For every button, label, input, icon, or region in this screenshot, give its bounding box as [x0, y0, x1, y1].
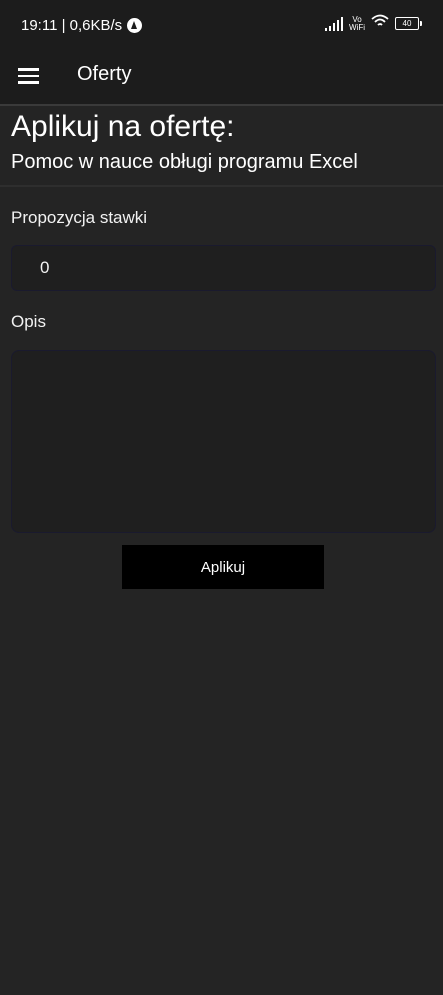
hamburger-menu-icon[interactable]: [18, 66, 40, 86]
vowifi-icon: Vo WiFi: [349, 14, 365, 32]
description-textarea[interactable]: [11, 350, 436, 533]
description-label: Opis: [11, 312, 46, 331]
rate-label: Propozycja stawki: [11, 208, 148, 227]
status-bar: 19:11 | 0,6KB/s Vo WiFi 40: [0, 0, 443, 52]
wifi-icon: [371, 14, 389, 33]
apply-button[interactable]: Aplikuj: [122, 545, 324, 589]
time-speed: 19:11 | 0,6KB/s: [21, 17, 123, 34]
app-title: Oferty: [77, 63, 132, 85]
app-bar: Oferty: [0, 52, 443, 106]
divider: [0, 185, 443, 187]
status-icons: Vo WiFi 40: [325, 14, 422, 33]
offer-title: Pomoc w nauce obługi programu Excel: [11, 151, 358, 173]
rate-input[interactable]: [11, 245, 436, 291]
page-heading: Aplikuj na ofertę:: [11, 110, 235, 143]
status-left: 19:11 | 0,6KB/s: [21, 17, 143, 34]
app-notification-icon: [127, 18, 143, 33]
signal-icon: [325, 16, 343, 31]
battery-icon: 40: [395, 17, 422, 30]
